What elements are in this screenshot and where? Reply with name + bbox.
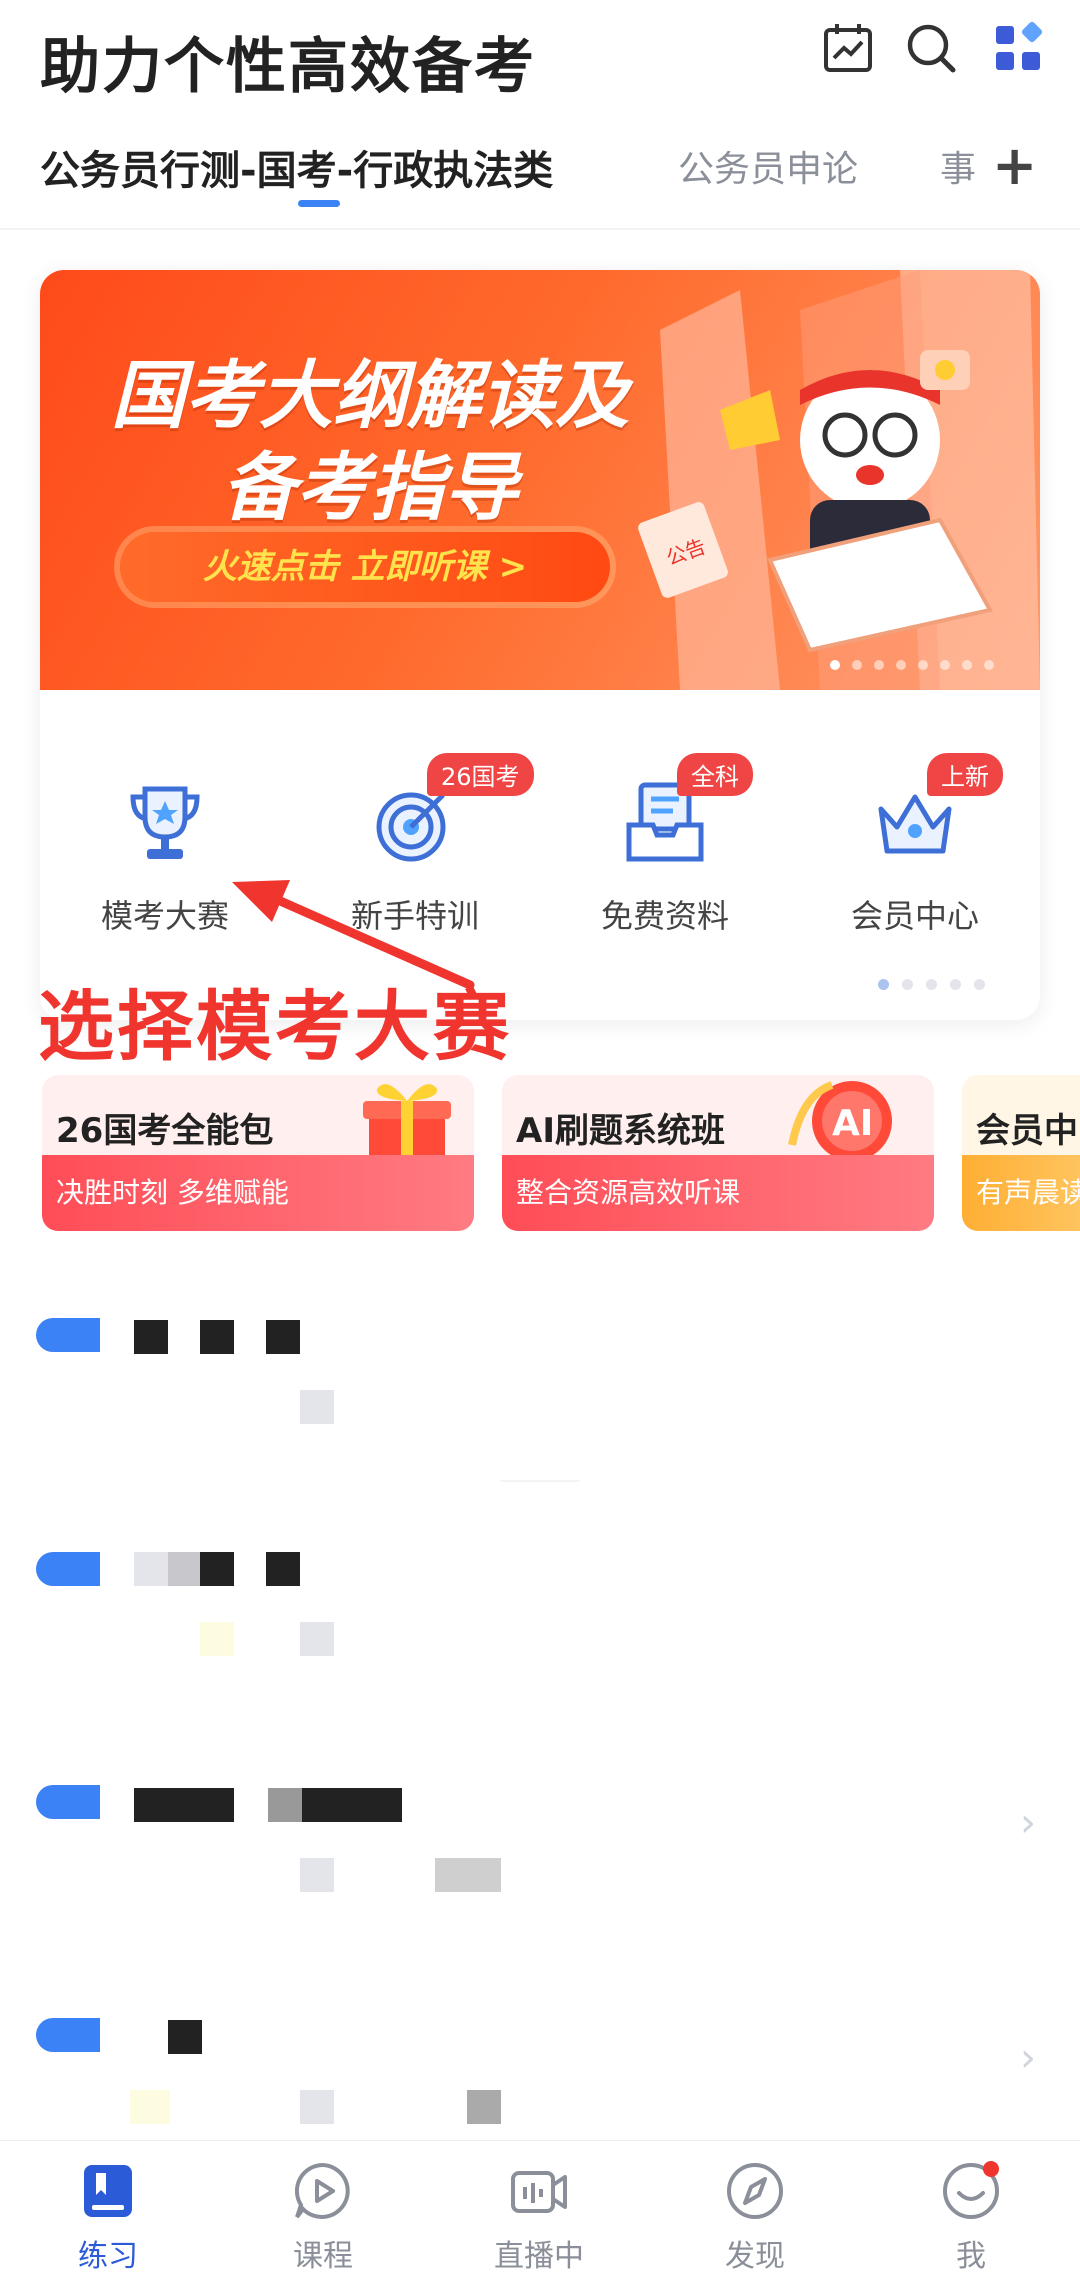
banner-title: 国考大纲解读及 备考指导 (110, 350, 630, 534)
blurred-text (467, 2090, 501, 2124)
promo-title: AI刷题系统班 (516, 1111, 725, 1151)
blurred-text (300, 2090, 334, 2124)
chevron-right-icon[interactable]: › (1020, 2035, 1036, 2081)
notification-dot-icon (983, 2161, 999, 2177)
chevron-right-icon[interactable]: › (1020, 1800, 1036, 1846)
blurred-text (266, 1552, 300, 1586)
book-icon (84, 2165, 132, 2217)
blurred-text (168, 2020, 202, 2054)
play-bubble-icon (294, 2162, 350, 2219)
annotation-text: 选择模考大赛 (38, 982, 512, 1071)
blurred-text (300, 1622, 334, 1656)
nav-label: 课程 (293, 2239, 353, 2274)
add-tab-icon[interactable]: + (992, 134, 1037, 197)
nav-discover[interactable]: 发现 (680, 2161, 830, 2275)
feature-free-materials[interactable]: 全科 免费资料 (540, 753, 790, 937)
blurred-text (266, 1320, 300, 1354)
apps-grid-icon[interactable] (990, 20, 1046, 76)
nav-practice[interactable]: 练习 (33, 2161, 183, 2275)
pager-dot (926, 979, 937, 990)
pager-dot (918, 660, 928, 670)
promo-card-allinone[interactable]: 26国考全能包 决胜时刻 多维赋能 (42, 1075, 474, 1231)
pager-dot (974, 979, 985, 990)
pager-dot (830, 660, 840, 670)
promo-subtitle: 决胜时刻 多维赋能 (42, 1155, 474, 1231)
blurred-text (134, 1320, 168, 1354)
compass-icon (727, 2163, 783, 2219)
tab-more[interactable]: 事 (940, 140, 976, 192)
list-item-marker (36, 2018, 100, 2052)
nav-label: 我 (956, 2239, 986, 2274)
blurred-text (134, 1788, 234, 1822)
nav-label: 发现 (725, 2239, 785, 2274)
feature-badge: 26国考 (427, 753, 534, 796)
nav-label: 直播中 (494, 2239, 584, 2274)
blurred-text (268, 1788, 302, 1822)
page-title: 助力个性高效备考 (40, 32, 536, 102)
banner-cta-button[interactable]: 火速点击 立即听课 > (120, 532, 610, 602)
list-item-marker (36, 1785, 100, 1819)
pager-dot (940, 660, 950, 670)
tab-indicator (298, 200, 340, 207)
blurred-text (300, 1858, 334, 1892)
promo-subtitle: 有声晨读 (962, 1155, 1080, 1231)
live-video-icon (511, 2171, 567, 2213)
nav-courses[interactable]: 课程 (248, 2161, 398, 2275)
list-item-marker (36, 1552, 100, 1586)
pager-dot (962, 660, 972, 670)
header-divider (0, 228, 1080, 230)
profile-icon (943, 2161, 999, 2219)
calendar-chart-icon[interactable] (820, 20, 876, 76)
feature-label: 会员中心 (850, 897, 979, 935)
tab-active-exam[interactable]: 公务员行测-国考-行政执法类 (40, 138, 553, 196)
nav-live[interactable]: 直播中 (464, 2161, 614, 2275)
pager-dot (852, 660, 862, 670)
feature-badge: 上新 (927, 753, 1003, 796)
blurred-text (300, 1390, 334, 1424)
banner-pager (830, 655, 1006, 674)
banner-title-line2: 备考指导 (222, 445, 518, 531)
svg-text:AI: AI (832, 1103, 873, 1144)
nav-me[interactable]: 我 (896, 2161, 1046, 2275)
promo-subtitle: 整合资源高效听课 (502, 1155, 934, 1231)
blurred-text (435, 1858, 501, 1892)
blurred-text (200, 1552, 234, 1586)
promo-card-member[interactable]: 会员中 有声晨读 (962, 1075, 1080, 1231)
blurred-text (302, 1788, 402, 1822)
pager-dot (902, 979, 913, 990)
blurred-text (200, 1320, 234, 1354)
tab-essay[interactable]: 公务员申论 (678, 140, 858, 192)
promo-banner[interactable]: 公告 国考大纲解读及 备考指导 火速点击 立即听课 > (40, 270, 1040, 690)
blurred-text (168, 1552, 202, 1586)
feature-pager (878, 975, 998, 994)
pager-dot (878, 979, 889, 990)
promo-title: 会员中 (976, 1111, 1078, 1151)
trophy-icon (130, 786, 200, 859)
content-list: › › (0, 1300, 1080, 2100)
pager-dot (896, 660, 906, 670)
search-icon[interactable] (903, 20, 959, 76)
feature-card: 公告 国考大纲解读及 备考指导 火速点击 立即听课 > 模考大赛 26国考 新手… (40, 270, 1040, 1020)
pager-dot (874, 660, 884, 670)
feature-member-center[interactable]: 上新 会员中心 (790, 753, 1040, 937)
promo-title: 26国考全能包 (56, 1111, 274, 1151)
feature-label: 免费资料 (600, 897, 729, 935)
bottom-nav: 练习 课程 直播中 发现 我 (0, 2140, 1080, 2285)
blurred-text (200, 1622, 234, 1656)
blurred-text (134, 1552, 168, 1586)
row-divider (500, 1480, 580, 1482)
pager-dot (950, 979, 961, 990)
promo-card-ai-class[interactable]: AI刷题系统班 AI 整合资源高效听课 (502, 1075, 934, 1231)
blurred-text (130, 2090, 170, 2124)
banner-title-line1: 国考大纲解读及 (111, 353, 629, 439)
list-item-marker (36, 1318, 100, 1352)
feature-badge: 全科 (677, 753, 753, 796)
nav-label: 练习 (78, 2239, 138, 2274)
pager-dot (984, 660, 994, 670)
